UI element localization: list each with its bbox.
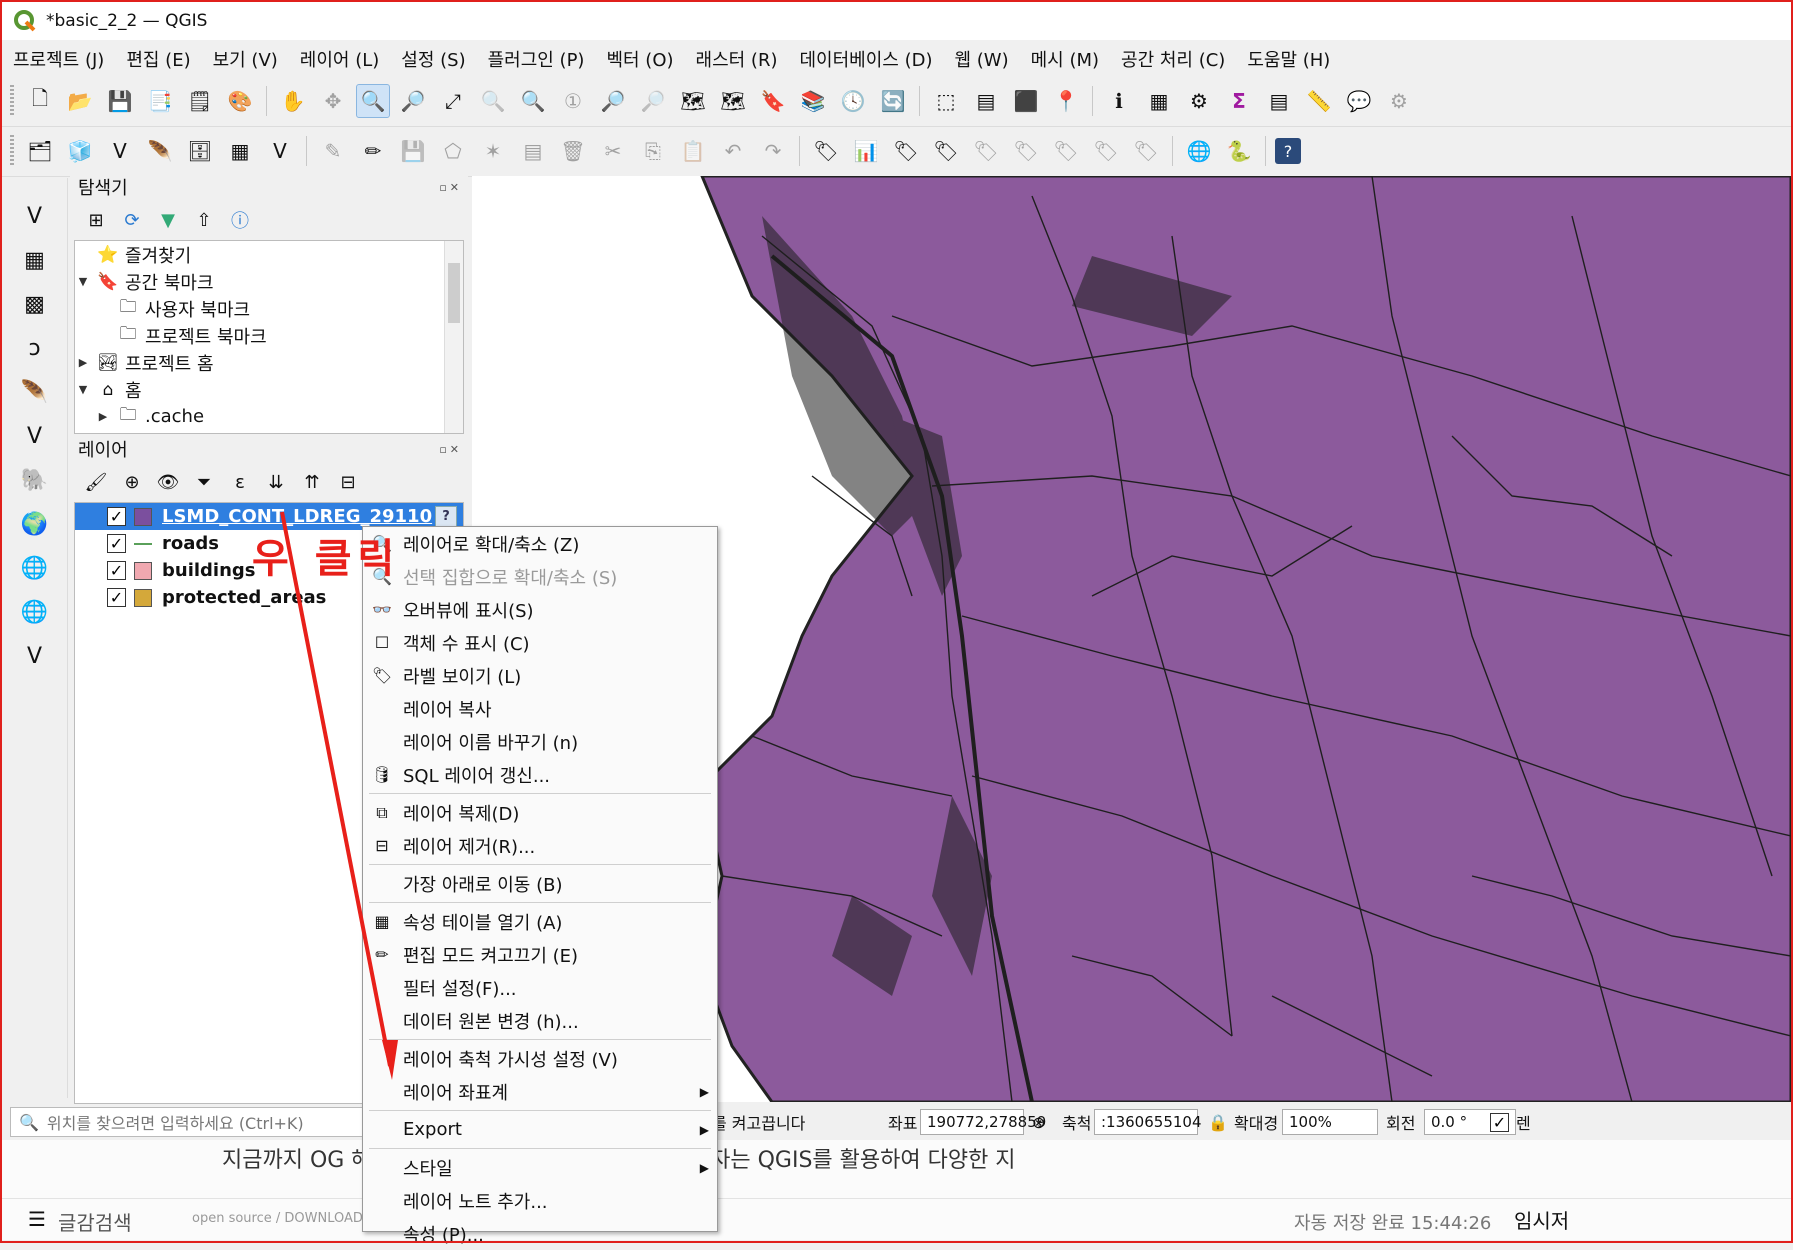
annotation-arrow: [280, 511, 398, 1080]
right-click-annotation: 우 클릭: [252, 536, 401, 582]
